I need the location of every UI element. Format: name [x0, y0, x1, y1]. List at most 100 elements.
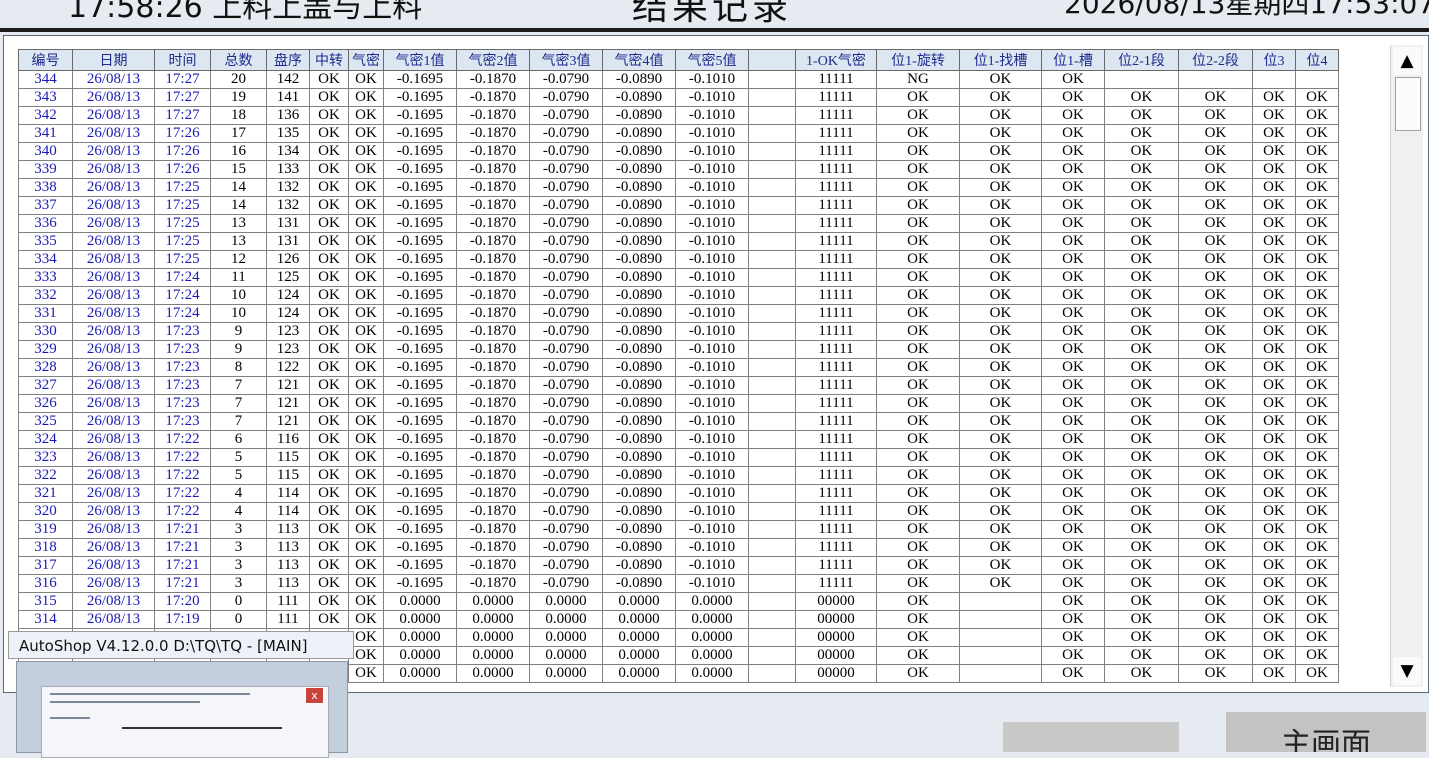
- table-cell: OK: [1252, 646, 1296, 665]
- table-cell: OK: [1041, 196, 1105, 215]
- table-row[interactable]: 335 26/08/13 17:25 13 131 OK OK -0.1695 -0.1870-…: [18, 232, 1339, 251]
- scroll-thumb[interactable]: [1395, 77, 1421, 131]
- table-row[interactable]: 327 26/08/13 17:23 7 121 OK OK -0.1695 -0.1870 -0…: [18, 376, 1339, 395]
- table-row[interactable]: 323 26/08/13 17:22 5 115 OK OK -0.1695 -0.1870 -0…: [18, 448, 1339, 467]
- column-header: 时间: [154, 49, 211, 71]
- table-cell: OK: [959, 358, 1042, 377]
- table-cell: [748, 502, 796, 521]
- table-row[interactable]: 330 26/08/13 17:23 9 123 OK OK -0.1695 -0.1870 -0…: [18, 322, 1339, 341]
- table-cell: -0.1010: [675, 250, 749, 269]
- table-row[interactable]: 314 26/08/13 17:19 0 111 OK OK 0.0000 0.0000 0.00…: [18, 610, 1339, 629]
- table-cell: OK: [876, 484, 960, 503]
- table-cell: OK: [1178, 610, 1253, 629]
- table-cell: OK: [1104, 160, 1179, 179]
- table-cell: OK: [1041, 232, 1105, 251]
- table-cell: 0.0000: [456, 664, 530, 683]
- table-cell: OK: [959, 124, 1042, 143]
- table-cell: 321: [18, 484, 73, 503]
- table-cell: 26/08/13: [72, 322, 155, 341]
- table-cell: OK: [1104, 178, 1179, 197]
- table-cell: OK: [1104, 196, 1179, 215]
- main-screen-button[interactable]: 主画面: [1226, 712, 1426, 752]
- table-row[interactable]: 332 26/08/13 17:24 10 124 OK OK -0.1695 -0.1870-…: [18, 286, 1339, 305]
- table-row[interactable]: 338 26/08/13 17:25 14 132 OK OK -0.1695 -0.1870-…: [18, 178, 1339, 197]
- bottom-button-1[interactable]: [1003, 722, 1179, 752]
- table-row[interactable]: 324 26/08/13 17:22 6 116 OK OK -0.1695 -0.1870 -0…: [18, 430, 1339, 449]
- table-cell: OK: [876, 610, 960, 629]
- table-cell: OK: [1295, 592, 1339, 611]
- table-cell: 0.0000: [602, 610, 676, 629]
- table-row[interactable]: 341 26/08/13 17:26 17 135 OK OK -0.1695 -0.1870-…: [18, 124, 1339, 143]
- table-cell: OK: [1295, 142, 1339, 161]
- table-cell: 17: [210, 124, 267, 143]
- results-table[interactable]: 编号 日期 时间 总数 盘序 中转 气密 气密1值 气密2值 气密3值 气密4值 气密5值 1-OK气密…: [18, 49, 1339, 683]
- table-cell: OK: [959, 70, 1042, 89]
- table-cell: 136: [266, 106, 310, 125]
- table-cell: -0.0890: [602, 466, 676, 485]
- table-cell: 132: [266, 196, 310, 215]
- table-cell: -0.1010: [675, 466, 749, 485]
- table-cell: OK: [1252, 376, 1296, 395]
- table-row[interactable]: 316 26/08/13 17:21 3 113 OK OK -0.1695 -0.1870 -0…: [18, 574, 1339, 593]
- table-cell: 113: [266, 538, 310, 557]
- table-cell: -0.0790: [529, 160, 603, 179]
- column-header: 气密1值: [383, 49, 457, 71]
- scroll-up-arrow-icon[interactable]: ▲: [1393, 47, 1421, 75]
- table-cell: 322: [18, 466, 73, 485]
- table-row[interactable]: 319 26/08/13 17:21 3 113 OK OK -0.1695 -0.1870 -0…: [18, 520, 1339, 539]
- table-cell: OK: [1041, 358, 1105, 377]
- table-row[interactable]: 315 26/08/13 17:20 0 111 OK OK 0.0000 0.0000 0.00…: [18, 592, 1339, 611]
- table-row[interactable]: 336 26/08/13 17:25 13 131 OK OK -0.1695 -0.1870-…: [18, 214, 1339, 233]
- preview-close-icon[interactable]: x: [305, 687, 324, 704]
- table-row[interactable]: 333 26/08/13 17:24 11 125 OK OK -0.1695 -0.1870-…: [18, 268, 1339, 287]
- table-row[interactable]: 326 26/08/13 17:23 7 121 OK OK -0.1695 -0.1870 -0…: [18, 394, 1339, 413]
- table-cell: 0.0000: [529, 664, 603, 683]
- table-cell: -0.1695: [383, 304, 457, 323]
- table-cell: 125: [266, 268, 310, 287]
- table-cell: OK: [876, 466, 960, 485]
- table-cell: OK: [959, 466, 1042, 485]
- table-row[interactable]: 320 26/08/13 17:22 4 114 OK OK -0.1695 -0.1870 -0…: [18, 502, 1339, 521]
- table-cell: 11111: [795, 358, 877, 377]
- table-cell: OK: [1041, 448, 1105, 467]
- vertical-scrollbar[interactable]: ▲ ▼: [1390, 45, 1423, 687]
- table-cell: OK: [1252, 214, 1296, 233]
- table-row[interactable]: 334 26/08/13 17:25 12 126 OK OK -0.1695 -0.1870-…: [18, 250, 1339, 269]
- table-cell: -0.0790: [529, 538, 603, 557]
- table-cell: [748, 574, 796, 593]
- table-cell: 115: [266, 448, 310, 467]
- table-row[interactable]: 318 26/08/13 17:21 3 113 OK OK -0.1695 -0.1870 -0…: [18, 538, 1339, 557]
- table-cell: -0.1870: [456, 232, 530, 251]
- table-cell: 26/08/13: [72, 466, 155, 485]
- table-row[interactable]: 343 26/08/13 17:27 19 141 OK OK -0.1695 -0.1870-…: [18, 88, 1339, 107]
- table-cell: 00000: [795, 646, 877, 665]
- table-row[interactable]: 340 26/08/13 17:26 16 134 OK OK -0.1695 -0.1870-…: [18, 142, 1339, 161]
- table-cell: OK: [348, 142, 384, 161]
- table-cell: -0.1010: [675, 574, 749, 593]
- scroll-down-arrow-icon[interactable]: ▼: [1393, 657, 1421, 685]
- table-cell: -0.1010: [675, 88, 749, 107]
- table-cell: OK: [1104, 88, 1179, 107]
- table-row[interactable]: 342 26/08/13 17:27 18 136 OK OK -0.1695 -0.1870-…: [18, 106, 1339, 125]
- table-cell: OK: [1104, 268, 1179, 287]
- table-cell: [959, 628, 1042, 647]
- table-row[interactable]: 322 26/08/13 17:22 5 115 OK OK -0.1695 -0.1870 -0…: [18, 466, 1339, 485]
- table-row[interactable]: 328 26/08/13 17:23 8 122 OK OK -0.1695 -0.1870 -0…: [18, 358, 1339, 377]
- taskbar-window-preview[interactable]: x: [16, 661, 348, 758]
- table-cell: 13: [210, 214, 267, 233]
- table-row[interactable]: 331 26/08/13 17:24 10 124 OK OK -0.1695 -0.1870-…: [18, 304, 1339, 323]
- table-cell: 10: [210, 286, 267, 305]
- table-cell: OK: [1252, 160, 1296, 179]
- table-cell: 26/08/13: [72, 574, 155, 593]
- table-row[interactable]: 325 26/08/13 17:23 7 121 OK OK -0.1695 -0.1870 -0…: [18, 412, 1339, 431]
- table-row[interactable]: 337 26/08/13 17:25 14 132 OK OK -0.1695 -0.1870-…: [18, 196, 1339, 215]
- table-row[interactable]: 344 26/08/13 17:27 20 142 OK OK -0.1695 -0.1870-…: [18, 70, 1339, 89]
- table-cell: OK: [1295, 430, 1339, 449]
- table-row[interactable]: 329 26/08/13 17:23 9 123 OK OK -0.1695 -0.1870 -0…: [18, 340, 1339, 359]
- table-row[interactable]: 321 26/08/13 17:22 4 114 OK OK -0.1695 -0.1870 -0…: [18, 484, 1339, 503]
- table-cell: OK: [309, 268, 349, 287]
- table-cell: OK: [876, 304, 960, 323]
- table-row[interactable]: 317 26/08/13 17:21 3 113 OK OK -0.1695 -0.1870 -0…: [18, 556, 1339, 575]
- table-row[interactable]: 339 26/08/13 17:26 15 133 OK OK -0.1695 -0.1870-…: [18, 160, 1339, 179]
- table-cell: 17:23: [154, 394, 211, 413]
